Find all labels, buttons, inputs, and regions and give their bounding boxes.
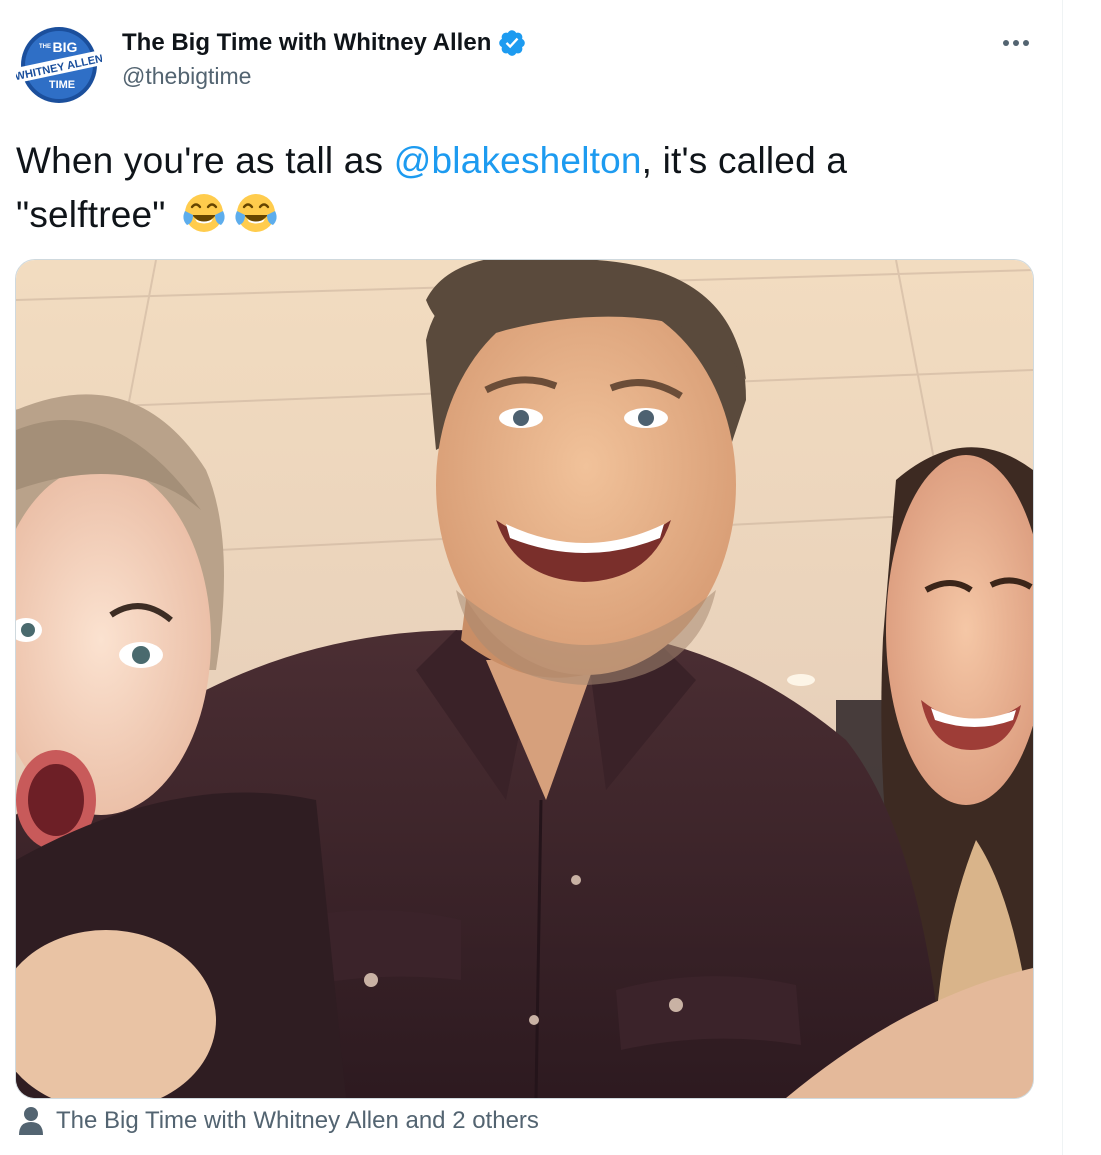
person-icon — [19, 1107, 43, 1135]
avatar-text-big: BIG — [53, 39, 78, 55]
tweet-text: When you're as tall as @blakeshelton, it… — [16, 134, 1016, 242]
author-display-name[interactable]: The Big Time with Whitney Allen — [122, 29, 491, 57]
author-handle[interactable]: @thebigtime — [122, 63, 527, 90]
author-name-row: The Big Time with Whitney Allen — [122, 27, 527, 59]
tweet-text-part1: When you're as tall as — [16, 140, 394, 181]
face-with-tears-of-joy-icon — [235, 194, 277, 232]
tweet-text-part2: , it's called a — [641, 140, 848, 181]
tweet-photo[interactable] — [15, 259, 1034, 1099]
author-avatar[interactable]: THE BIG WHITNEY ALLEN TIME — [13, 22, 105, 108]
more-horizontal-icon — [1003, 40, 1029, 46]
more-options-button[interactable] — [996, 26, 1036, 60]
timeline-divider — [1062, 0, 1063, 1155]
tagged-people[interactable]: The Big Time with Whitney Allen and 2 ot… — [18, 1106, 539, 1136]
author-info: The Big Time with Whitney Allen @thebigt… — [122, 27, 527, 90]
tweet-text-line2: "selftree" — [16, 194, 166, 235]
verified-badge-icon — [499, 30, 526, 56]
face-with-tears-of-joy-icon — [183, 194, 225, 232]
avatar-logo: THE BIG WHITNEY ALLEN TIME — [13, 23, 105, 107]
tagged-people-label: The Big Time with Whitney Allen and 2 ot… — [56, 1107, 539, 1134]
avatar-text-time: TIME — [49, 79, 75, 91]
selfie-illustration — [16, 260, 1033, 1098]
tweet[interactable]: THE BIG WHITNEY ALLEN TIME The Big Time … — [0, 0, 1062, 1155]
mention-link[interactable]: @blakeshelton — [394, 140, 642, 181]
avatar-text-the: THE — [39, 44, 51, 50]
